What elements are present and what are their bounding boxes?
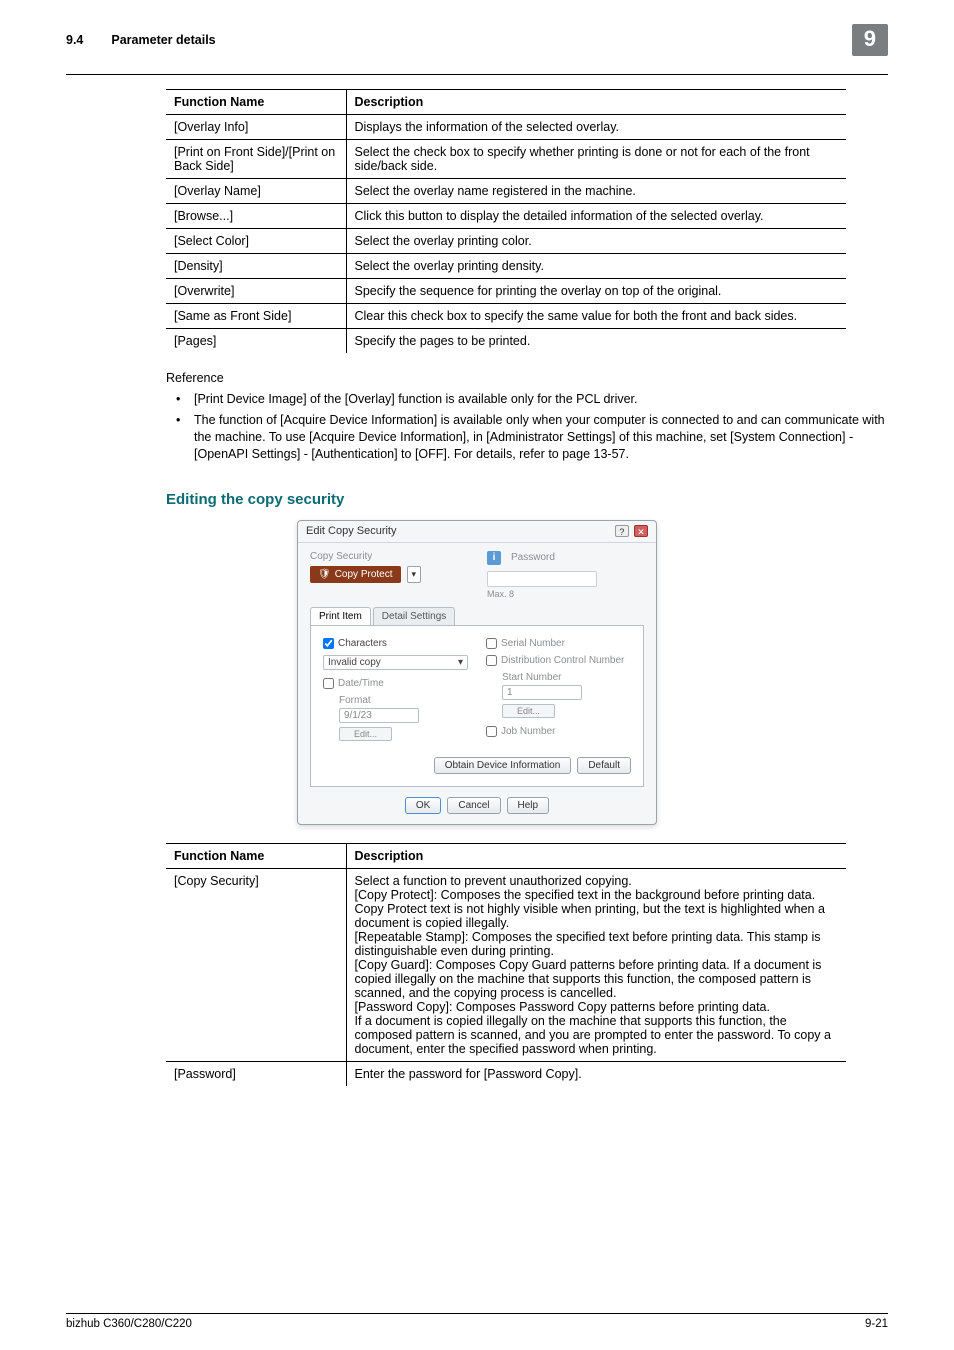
distribution-label: Distribution Control Number — [501, 655, 624, 666]
subheading-copy-security: Editing the copy security — [166, 491, 888, 508]
func-cell: [Password] — [166, 1061, 346, 1086]
tab-print-item[interactable]: Print Item — [310, 607, 371, 625]
table-row: [Browse...]Click this button to display … — [166, 204, 846, 229]
desc-cell: Select the overlay printing density. — [346, 254, 846, 279]
job-number-label: Job Number — [501, 726, 555, 737]
copy-protect-select[interactable]: 🛡 Copy Protect — [310, 566, 401, 583]
table-row: [Density]Select the overlay printing den… — [166, 254, 846, 279]
window-controls: ? ✕ — [613, 525, 648, 538]
desc-cell: Select a function to prevent unauthorize… — [346, 868, 846, 1061]
table-row: [Print on Front Side]/[Print on Back Sid… — [166, 140, 846, 179]
characters-select-value: Invalid copy — [328, 657, 381, 668]
table-row: [Password] Enter the password for [Passw… — [166, 1061, 846, 1086]
close-icon[interactable]: ✕ — [634, 525, 648, 537]
password-max-label: Max. 8 — [487, 589, 644, 599]
serial-checkbox[interactable] — [486, 638, 497, 649]
help-window-icon[interactable]: ? — [615, 525, 629, 537]
characters-select[interactable]: Invalid copy ▾ — [323, 655, 468, 670]
characters-checkbox[interactable] — [323, 638, 334, 649]
reference-label: Reference — [166, 371, 888, 385]
password-label: Password — [511, 552, 555, 563]
desc-cell: Displays the information of the selected… — [346, 115, 846, 140]
func-cell: [Select Color] — [166, 229, 346, 254]
format-label: Format — [339, 695, 468, 706]
table1-head-func: Function Name — [166, 90, 346, 115]
table1-head-desc: Description — [346, 90, 846, 115]
desc-cell: Select the check box to specify whether … — [346, 140, 846, 179]
format-value: 9/1/23 — [339, 708, 419, 723]
desc-cell: Clear this check box to specify the same… — [346, 304, 846, 329]
dialog-title: Edit Copy Security — [306, 525, 396, 537]
datetime-checkbox[interactable] — [323, 678, 334, 689]
footer-model: bizhub C360/C280/C220 — [66, 1318, 192, 1330]
password-input[interactable] — [487, 571, 597, 587]
func-cell: [Density] — [166, 254, 346, 279]
start-number-value: 1 — [502, 685, 582, 700]
shield-icon: 🛡 — [318, 569, 331, 580]
distribution-checkbox[interactable] — [486, 655, 497, 666]
chevron-down-icon: ▾ — [458, 657, 463, 668]
list-item: [Print Device Image] of the [Overlay] fu… — [182, 391, 888, 408]
chapter-tab: 9 — [852, 24, 888, 56]
reference-block: Reference [Print Device Image] of the [O… — [166, 371, 888, 463]
help-button[interactable]: Help — [507, 797, 550, 814]
function-table-1: Function Name Description [Overlay Info]… — [166, 89, 846, 353]
info-icon: i — [487, 551, 501, 565]
list-item: The function of [Acquire Device Informat… — [182, 412, 888, 463]
cancel-button[interactable]: Cancel — [447, 797, 500, 814]
table-row: [Pages]Specify the pages to be printed. — [166, 329, 846, 354]
copy-protect-label: Copy Protect — [335, 569, 393, 580]
header-rule — [66, 74, 888, 75]
desc-cell: Click this button to display the detaile… — [346, 204, 846, 229]
ok-button[interactable]: OK — [405, 797, 441, 814]
desc-cell: Specify the sequence for printing the ov… — [346, 279, 846, 304]
tab-detail-settings[interactable]: Detail Settings — [373, 607, 455, 625]
table-row: [Same as Front Side]Clear this check box… — [166, 304, 846, 329]
edit-copy-security-dialog: Edit Copy Security ? ✕ Copy Security 🛡 C… — [297, 520, 657, 825]
function-table-2: Function Name Description [Copy Security… — [166, 843, 846, 1086]
func-cell: [Print on Front Side]/[Print on Back Sid… — [166, 140, 346, 179]
table2-head-func: Function Name — [166, 843, 346, 868]
datetime-label: Date/Time — [338, 678, 384, 689]
section-number: 9.4 — [66, 33, 83, 47]
desc-cell: Specify the pages to be printed. — [346, 329, 846, 354]
table-row: [Copy Security] Select a function to pre… — [166, 868, 846, 1061]
copy-security-label: Copy Security — [310, 551, 467, 562]
func-cell: [Browse...] — [166, 204, 346, 229]
start-number-label: Start Number — [502, 672, 631, 683]
func-cell: [Copy Security] — [166, 868, 346, 1061]
desc-cell: Enter the password for [Password Copy]. — [346, 1061, 846, 1086]
table-row: [Overlay Name]Select the overlay name re… — [166, 179, 846, 204]
func-cell: [Pages] — [166, 329, 346, 354]
footer-page: 9-21 — [865, 1318, 888, 1330]
job-number-checkbox[interactable] — [486, 726, 497, 737]
table2-head-desc: Description — [346, 843, 846, 868]
func-cell: [Overlay Name] — [166, 179, 346, 204]
edit-datetime-button[interactable]: Edit... — [339, 727, 392, 741]
func-cell: [Same as Front Side] — [166, 304, 346, 329]
table-row: [Overlay Info]Displays the information o… — [166, 115, 846, 140]
chevron-down-icon[interactable]: ▾ — [407, 566, 422, 583]
table-row: [Overwrite]Specify the sequence for prin… — [166, 279, 846, 304]
desc-cell: Select the overlay printing color. — [346, 229, 846, 254]
section-title: Parameter details — [111, 33, 843, 47]
edit-distribution-button[interactable]: Edit... — [502, 704, 555, 718]
desc-cell: Select the overlay name registered in th… — [346, 179, 846, 204]
characters-label: Characters — [338, 638, 387, 649]
table-row: [Select Color]Select the overlay printin… — [166, 229, 846, 254]
func-cell: [Overlay Info] — [166, 115, 346, 140]
serial-label: Serial Number — [501, 638, 565, 649]
func-cell: [Overwrite] — [166, 279, 346, 304]
obtain-device-info-button[interactable]: Obtain Device Information — [434, 757, 572, 774]
default-button[interactable]: Default — [577, 757, 631, 774]
